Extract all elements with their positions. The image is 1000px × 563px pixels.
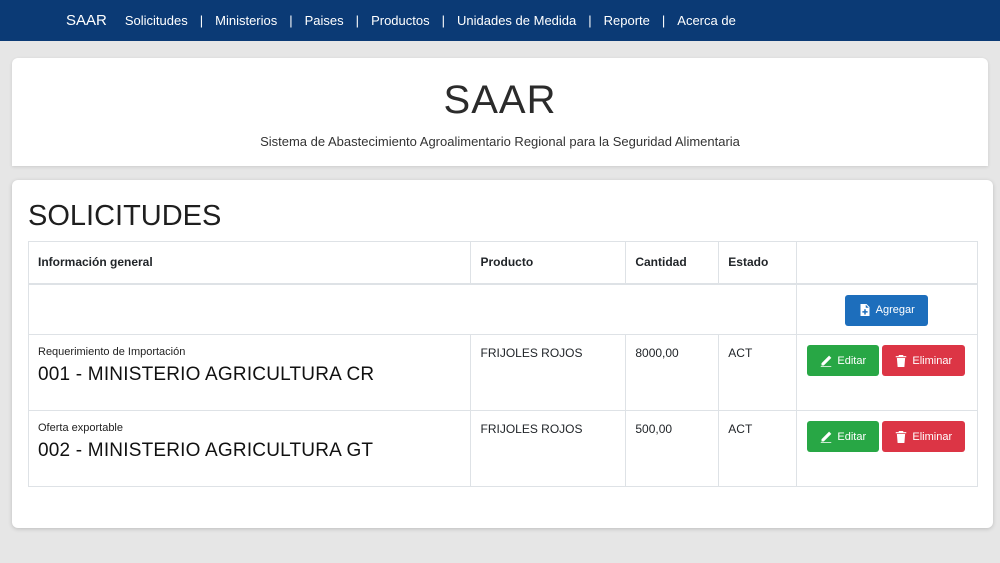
nav-separator: | bbox=[441, 13, 445, 28]
request-type: Oferta exportable bbox=[38, 422, 123, 434]
pencil-icon bbox=[821, 355, 832, 367]
table-row: Oferta exportable 002 - MINISTERIO AGRIC… bbox=[27, 410, 978, 487]
add-button[interactable]: Agregar bbox=[845, 294, 929, 326]
actions-cell: Editar Eliminar bbox=[796, 410, 978, 487]
status-cell: ACT bbox=[718, 334, 798, 411]
trash-icon bbox=[896, 430, 907, 443]
quantity-cell: 8000,00 bbox=[625, 334, 720, 411]
status-cell: ACT bbox=[718, 410, 798, 487]
delete-button-label: Eliminar bbox=[912, 430, 953, 443]
table-header-row: Información general Producto Cantidad Es… bbox=[27, 241, 978, 285]
quantity-cell: 500,00 bbox=[625, 410, 720, 487]
page-title: SAAR bbox=[443, 78, 557, 122]
column-header-info: Información general bbox=[27, 241, 472, 285]
column-header-actions bbox=[796, 241, 978, 285]
product-cell: FRIJOLES ROJOS bbox=[470, 410, 627, 487]
table-row: Requerimiento de Importación 001 - MINIS… bbox=[27, 334, 978, 411]
nav-item-reporte[interactable]: Reporte bbox=[604, 13, 650, 28]
delete-button[interactable]: Eliminar bbox=[882, 421, 966, 452]
edit-button-label: Editar bbox=[837, 354, 867, 367]
nav-separator: | bbox=[588, 13, 592, 28]
info-cell: Oferta exportable 002 - MINISTERIO AGRIC… bbox=[27, 410, 472, 487]
request-entity: 001 - MINISTERIO AGRICULTURA CR bbox=[38, 364, 375, 385]
nav-item-ministerios[interactable]: Ministerios bbox=[215, 13, 277, 28]
header-card: SAAR Sistema de Abastecimiento Agroalime… bbox=[12, 58, 988, 166]
solicitudes-table: Información general Producto Cantidad Es… bbox=[27, 241, 978, 487]
pencil-icon bbox=[821, 431, 832, 443]
product-cell: FRIJOLES ROJOS bbox=[470, 334, 627, 411]
edit-button[interactable]: Editar bbox=[807, 421, 880, 452]
info-cell: Requerimiento de Importación 001 - MINIS… bbox=[27, 334, 472, 411]
nav-separator: | bbox=[661, 13, 666, 28]
nav-item-solicitudes[interactable]: Solicitudes bbox=[125, 13, 188, 28]
solicitudes-card: SOLICITUDES Información general Producto… bbox=[12, 180, 993, 528]
edit-button[interactable]: Editar bbox=[807, 345, 880, 376]
delete-button[interactable]: Eliminar bbox=[882, 345, 966, 376]
column-header-product: Producto bbox=[470, 241, 627, 285]
file-plus-icon bbox=[860, 304, 870, 316]
section-title: SOLICITUDES bbox=[28, 200, 222, 232]
request-type: Requerimiento de Importación bbox=[38, 346, 186, 358]
request-entity: 002 - MINISTERIO AGRICULTURA GT bbox=[38, 440, 374, 461]
add-button-label: Agregar bbox=[875, 304, 915, 316]
column-header-quantity: Cantidad bbox=[625, 241, 720, 285]
nav-separator: | bbox=[199, 13, 204, 28]
actions-cell: Editar Eliminar bbox=[796, 334, 978, 411]
nav-item-unidades-de-medida[interactable]: Unidades de Medida bbox=[457, 13, 576, 28]
edit-button-label: Editar bbox=[837, 430, 867, 443]
nav-item-acerca-de[interactable]: Acerca de bbox=[677, 13, 736, 28]
delete-button-label: Eliminar bbox=[912, 354, 953, 367]
nav-separator: | bbox=[289, 13, 293, 28]
page-subtitle: Sistema de Abastecimiento Agroalimentari… bbox=[260, 134, 740, 149]
nav-separator: | bbox=[355, 13, 360, 28]
top-navbar: SAAR Solicitudes | Ministerios | Paises … bbox=[0, 0, 1000, 41]
add-actions-cell: Agregar bbox=[796, 283, 978, 335]
nav-item-productos[interactable]: Productos bbox=[371, 13, 430, 28]
add-row: Agregar bbox=[27, 283, 978, 335]
trash-icon bbox=[896, 354, 907, 367]
add-row-spacer bbox=[27, 283, 798, 335]
nav-item-paises[interactable]: Paises bbox=[305, 13, 344, 28]
column-header-status: Estado bbox=[718, 241, 798, 285]
navbar-brand[interactable]: SAAR bbox=[66, 12, 107, 29]
